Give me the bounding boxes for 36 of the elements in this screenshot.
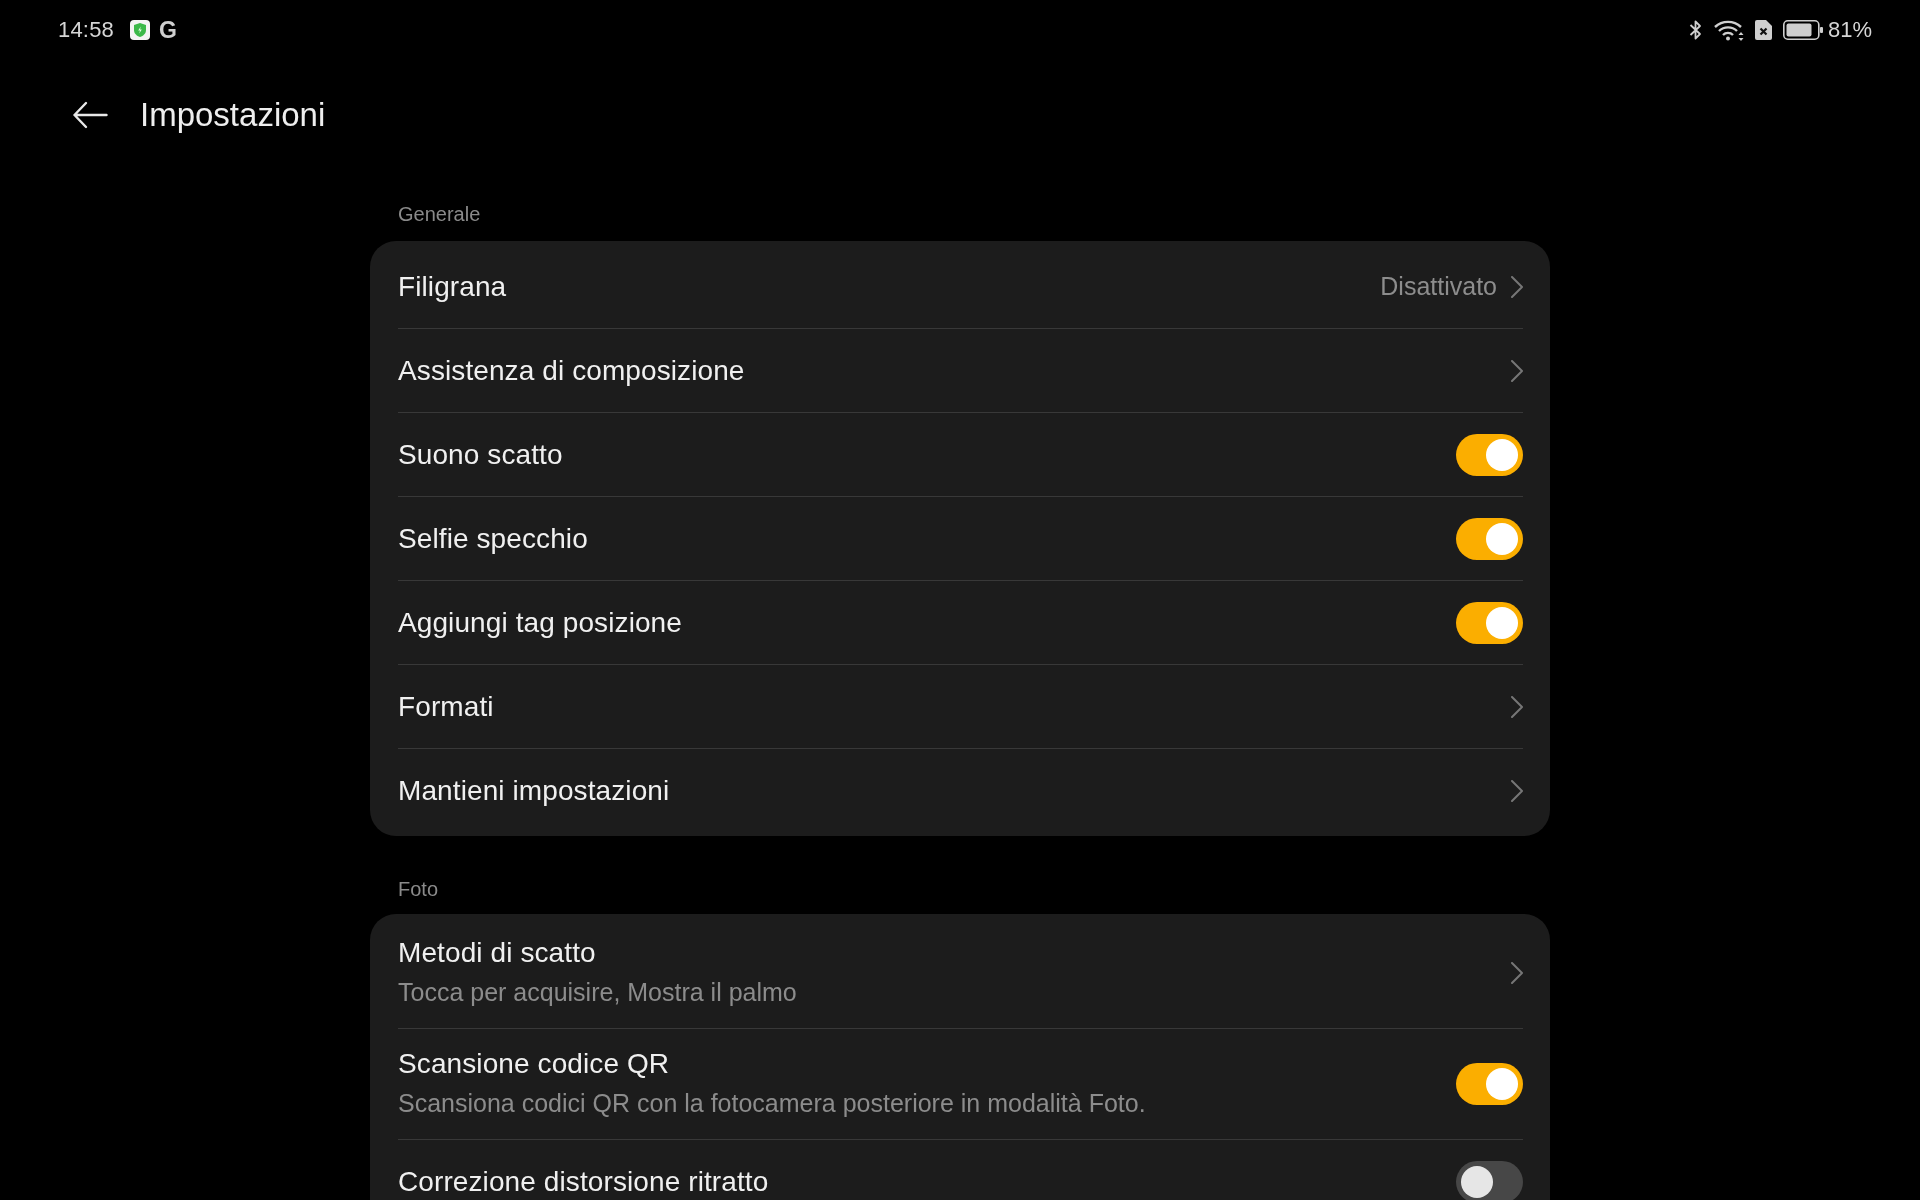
- setting-label: Assistenza di composizione: [398, 356, 745, 385]
- setting-description: Scansiona codici QR con la fotocamera posteriore in modalità Foto.: [398, 1088, 1146, 1118]
- setting-label: Selfie specchio: [398, 524, 588, 553]
- chevron-right-icon: [1511, 275, 1523, 298]
- toggle-switch[interactable]: [1456, 1063, 1523, 1105]
- setting-description: Tocca per acquisire, Mostra il palmo: [398, 977, 797, 1007]
- battery-icon: [1782, 20, 1823, 40]
- setting-label: Filigrana: [398, 272, 507, 301]
- setting-label: Suono scatto: [398, 440, 563, 469]
- battery-percentage: 81%: [1827, 17, 1872, 43]
- chevron-right-icon: [1511, 962, 1523, 984]
- setting-label: Correzione distorsione ritratto: [398, 1167, 769, 1196]
- wifi-icon: [1713, 19, 1745, 41]
- section-header: Foto: [397, 877, 439, 901]
- setting-label: Metodi di scatto: [398, 939, 597, 967]
- back-arrow-icon: [72, 101, 108, 129]
- toggle-switch[interactable]: [1456, 517, 1523, 560]
- page-title: Impostazioni: [140, 96, 326, 134]
- toggle-switch[interactable]: [1456, 433, 1523, 476]
- setting-label: Aggiungi tag posizione: [398, 608, 682, 637]
- bluetooth-icon: [1688, 19, 1702, 41]
- chevron-right-icon: [1511, 695, 1523, 718]
- setting-value: Disattivato: [1380, 272, 1497, 301]
- chevron-right-icon: [1511, 359, 1523, 382]
- chevron-right-icon: [1511, 779, 1523, 802]
- sim-card-icon: [1754, 20, 1772, 40]
- setting-label: Scansione codice QR: [398, 1050, 671, 1078]
- notification-letter-icon: G: [159, 18, 177, 42]
- setting-label: Mantieni impostazioni: [398, 776, 670, 805]
- clock-time: 14:58: [58, 17, 115, 43]
- section-header: Generale: [397, 202, 481, 226]
- back-button[interactable]: [72, 101, 108, 129]
- toggle-switch[interactable]: [1456, 1160, 1523, 1200]
- setting-label: Formati: [398, 692, 494, 721]
- shield-icon: [130, 20, 151, 40]
- toggle-switch[interactable]: [1456, 601, 1523, 644]
